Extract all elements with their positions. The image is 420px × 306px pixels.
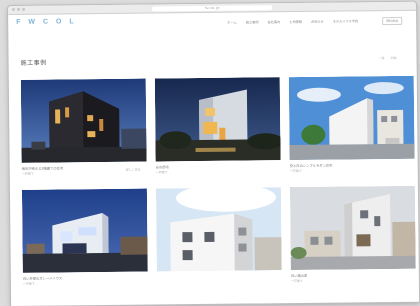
project-card[interactable]: 白い外壁のガレージハウス 一戸建て (21, 188, 148, 286)
browser-window: fw.co.jp F W C O L ホーム 施工事例 会社案内 土地情報 お知… (8, 1, 420, 306)
main-nav: ホーム 施工事例 会社案内 土地情報 お知らせ モデルハウス予約 (227, 18, 358, 24)
view-list-toggle[interactable]: 一覧 (379, 56, 385, 60)
nav-item-news[interactable]: お知らせ (311, 19, 324, 24)
project-card[interactable]: 光の邸宅 一戸建て (154, 77, 281, 175)
view-map-toggle[interactable]: 地図 (391, 56, 397, 60)
project-photo[interactable] (20, 78, 147, 163)
project-title[interactable] (157, 273, 282, 274)
project-more-link[interactable]: 詳しく見る (126, 168, 141, 172)
window-controls[interactable] (12, 7, 26, 11)
project-card[interactable]: 空と白のシンプルモダン住宅 一戸建て (288, 75, 415, 174)
project-photo[interactable] (289, 185, 416, 271)
nav-item-model-house[interactable]: モデルハウス予約 (333, 18, 359, 23)
project-card[interactable]: 白い箱の家 一戸建て (289, 185, 416, 284)
nav-item-home[interactable]: ホーム (227, 20, 237, 25)
site-header: F W C O L ホーム 施工事例 会社案内 土地情報 お知らせ モデルハウス… (8, 11, 416, 33)
project-photo[interactable] (21, 188, 148, 273)
page-title: 施工事例 (20, 59, 47, 67)
project-category: 一戸建て (290, 278, 303, 284)
project-card[interactable]: 夜景が映える3階建ての住宅 一戸建て 詳しく見る (20, 78, 147, 176)
project-category: 一戸建て (155, 170, 168, 175)
project-category: 一戸建て (289, 168, 302, 174)
project-grid: 夜景が映える3階建ての住宅 一戸建て 詳しく見る 光の邸宅 一戸建て 空と白のシ… (20, 75, 416, 286)
view-toggle: 一覧 地図 (379, 56, 397, 60)
nav-item-company[interactable]: 会社案内 (267, 19, 280, 24)
request-docs-button[interactable]: 資料請求 (382, 16, 403, 26)
project-photo[interactable] (288, 75, 415, 161)
project-category: 一戸建て (22, 281, 35, 286)
project-card[interactable] (155, 187, 282, 284)
project-photo[interactable] (154, 77, 281, 162)
site-logo[interactable]: F W C O L (16, 18, 77, 26)
address-bar[interactable]: fw.co.jp (152, 4, 273, 11)
nav-item-works[interactable]: 施工事例 (246, 19, 259, 24)
project-photo[interactable] (155, 187, 282, 272)
nav-item-land[interactable]: 土地情報 (289, 19, 302, 24)
